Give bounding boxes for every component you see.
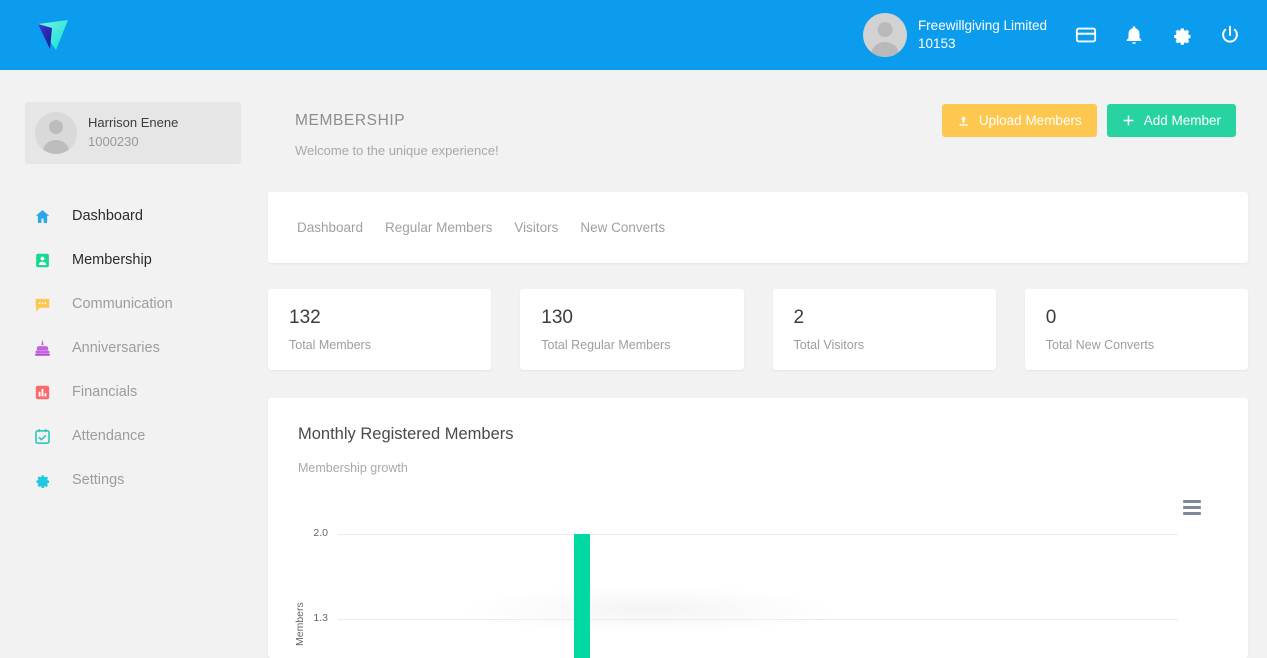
monthly-registered-members-chart-card: Monthly Registered Members Membership gr…	[268, 398, 1248, 658]
sidebar-item-settings[interactable]: Settings	[0, 458, 267, 502]
chart-gridline	[338, 619, 1178, 620]
header-actions: Upload Members Add Member	[941, 104, 1236, 137]
power-icon[interactable]	[1219, 24, 1241, 46]
page-title: MEMBERSHIP	[295, 112, 406, 129]
sidebar-profile-id: 1000230	[88, 134, 139, 149]
chart-bar[interactable]	[574, 534, 590, 658]
sidebar-item-membership[interactable]: Membership	[0, 238, 267, 282]
chart-tooltip-shadow	[463, 586, 833, 634]
tab-bar: Dashboard Regular Members Visitors New C…	[268, 192, 1248, 263]
sidebar-profile-name: Harrison Enene	[88, 115, 179, 131]
stat-value: 0	[1045, 307, 1057, 328]
tab-visitors[interactable]: Visitors	[514, 220, 558, 235]
menu-line	[1183, 512, 1201, 515]
sidebar-avatar	[35, 112, 77, 154]
app-logo-icon	[38, 20, 68, 50]
sidebar-item-label: Settings	[72, 472, 125, 488]
calendar-check-icon	[35, 428, 50, 444]
account-menu[interactable]: Freewillgiving Limited 10153	[862, 13, 1047, 57]
bell-icon[interactable]	[1123, 24, 1145, 46]
chart-ytick-label: 2.0	[313, 527, 328, 539]
chart-title: Monthly Registered Members	[298, 425, 514, 443]
account-name: Freewillgiving Limited	[917, 17, 1047, 33]
tab-new-converts[interactable]: New Converts	[580, 220, 665, 235]
tab-regular-members[interactable]: Regular Members	[385, 220, 492, 235]
stat-card-total-visitors: 2 Total Visitors	[772, 289, 996, 370]
stat-label: Total Members	[289, 338, 371, 352]
upload-icon	[959, 115, 968, 126]
sidebar-profile-info: Harrison Enene 1000230	[88, 114, 178, 152]
chart-gridline	[338, 534, 1178, 535]
upload-members-label: Upload Members	[978, 113, 1082, 128]
gear-icon[interactable]	[1171, 24, 1193, 46]
sidebar-item-label: Communication	[72, 296, 173, 312]
menu-line	[1183, 500, 1201, 503]
sidebar-profile-card[interactable]: Harrison Enene 1000230	[25, 102, 241, 164]
sidebar-item-communication[interactable]: Communication	[0, 282, 267, 326]
chat-bubble-icon	[35, 298, 50, 312]
contact-card-icon	[36, 253, 49, 267]
account-info: Freewillgiving Limited 10153	[918, 17, 1047, 53]
stat-card-total-regular-members: 130 Total Regular Members	[520, 289, 744, 370]
stat-value: 130	[541, 307, 573, 328]
chart-export-menu[interactable]	[1183, 500, 1201, 518]
home-icon	[35, 209, 50, 223]
stat-label: Total Regular Members	[541, 338, 671, 352]
stat-label: Total Visitors	[793, 338, 865, 352]
sidebar: Harrison Enene 1000230 Dashboard Members…	[0, 70, 267, 638]
gear-icon	[36, 474, 50, 488]
stat-cards: 132 Total Members 130 Total Regular Memb…	[268, 289, 1248, 370]
chart-plot-area: 2.0 1.3 Members	[268, 486, 1248, 658]
sidebar-item-anniversaries[interactable]: Anniversaries	[0, 326, 267, 370]
birthday-cake-icon	[35, 340, 50, 356]
chart-subtitle: Membership growth	[298, 461, 408, 475]
stat-value: 132	[289, 307, 321, 328]
page-subtitle: Welcome to the unique experience!	[295, 143, 499, 158]
page-header: MEMBERSHIP Welcome to the unique experie…	[295, 112, 499, 158]
topbar-icons	[1075, 24, 1241, 46]
top-bar: Freewillgiving Limited 10153	[0, 0, 1267, 70]
plus-icon	[1123, 115, 1134, 126]
menu-line	[1183, 506, 1201, 509]
sidebar-item-label: Anniversaries	[72, 340, 160, 356]
tab-dashboard[interactable]: Dashboard	[297, 220, 363, 235]
sidebar-item-financials[interactable]: Financials	[0, 370, 267, 414]
sidebar-nav: Dashboard Membership Communication Anniv…	[0, 194, 267, 502]
stat-card-total-new-converts: 0 Total New Converts	[1024, 289, 1248, 370]
sidebar-item-dashboard[interactable]: Dashboard	[0, 194, 267, 238]
bar-chart-icon	[35, 385, 50, 399]
sidebar-item-label: Membership	[72, 252, 152, 268]
stat-label: Total New Converts	[1045, 338, 1155, 352]
add-member-button[interactable]: Add Member	[1106, 104, 1236, 137]
app-logo[interactable]	[0, 18, 110, 52]
sidebar-item-attendance[interactable]: Attendance	[0, 414, 267, 458]
credit-card-icon[interactable]	[1075, 24, 1097, 46]
stat-value: 2	[793, 307, 805, 328]
account-id: 10153	[917, 36, 956, 51]
chart-yaxis-title: Members	[294, 602, 306, 646]
stat-card-total-members: 132 Total Members	[268, 289, 492, 370]
add-member-label: Add Member	[1143, 113, 1221, 128]
sidebar-item-label: Dashboard	[72, 208, 143, 224]
main-content: MEMBERSHIP Welcome to the unique experie…	[267, 70, 1267, 658]
account-avatar	[862, 13, 907, 57]
upload-members-button[interactable]: Upload Members	[941, 104, 1097, 137]
sidebar-item-label: Attendance	[72, 428, 146, 444]
sidebar-item-label: Financials	[72, 384, 138, 400]
